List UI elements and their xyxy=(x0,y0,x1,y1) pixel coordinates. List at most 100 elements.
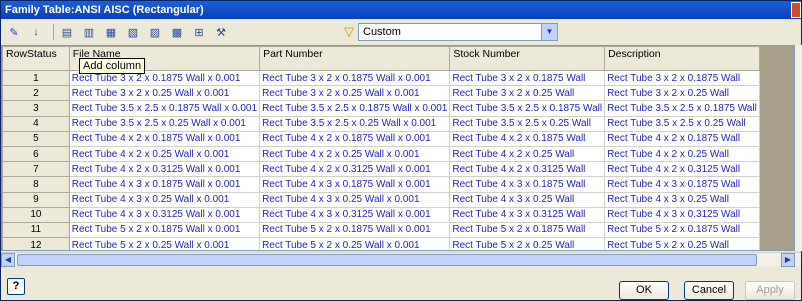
properties-icon[interactable]: ▨ xyxy=(146,23,164,41)
table-cell[interactable]: Rect Tube 3.5 x 2.5 x 0.25 Wall xyxy=(604,115,760,132)
table-row[interactable]: 10 Rect Tube 4 x 3 x 0.3125 Wall x 0.001 R… xyxy=(2,206,794,223)
table-cell[interactable]: Rect Tube 5 x 2 x 0.1875 Wall xyxy=(449,221,606,239)
column-header-stock-number[interactable]: Stock Number xyxy=(449,46,606,71)
table-cell[interactable]: Rect Tube 3 x 2 x 0.1875 Wall xyxy=(604,69,760,87)
table-cell[interactable]: Rect Tube 4 x 3 x 0.1875 Wall x 0.001 xyxy=(68,176,261,193)
table-cell[interactable]: Rect Tube 3 x 2 x 0.25 Wall xyxy=(604,85,760,102)
table-icon[interactable]: ⊞ xyxy=(190,23,208,41)
table-row[interactable]: 3 Rect Tube 3.5 x 2.5 x 0.1875 Wall x 0.0… xyxy=(2,100,794,117)
table-cell[interactable]: Rect Tube 4 x 3 x 0.1875 Wall xyxy=(449,176,606,193)
close-icon[interactable] xyxy=(791,2,801,18)
row-status-cell[interactable]: 3 xyxy=(2,100,70,117)
table-cell[interactable]: Rect Tube 4 x 2 x 0.25 Wall xyxy=(449,145,606,163)
table-cell[interactable]: Rect Tube 5 x 2 x 0.1875 Wall x 0.001 xyxy=(259,221,451,239)
table-cell[interactable]: Rect Tube 3.5 x 2.5 x 0.25 Wall x 0.001 xyxy=(68,115,261,132)
apply-button[interactable]: Apply xyxy=(745,281,795,300)
horizontal-scrollbar[interactable]: ◀ ▶ xyxy=(1,252,801,267)
table-cell[interactable]: Rect Tube 5 x 2 x 0.25 Wall x 0.001 xyxy=(68,237,261,250)
table-cell[interactable]: Rect Tube 4 x 2 x 0.3125 Wall x 0.001 xyxy=(259,161,451,178)
edit-icon[interactable]: ✎ xyxy=(5,23,23,41)
ok-button[interactable]: OK xyxy=(619,281,669,300)
table-cell[interactable]: Rect Tube 4 x 2 x 0.1875 Wall x 0.001 xyxy=(68,130,261,147)
row-status-cell[interactable]: 6 xyxy=(2,145,70,163)
table-cell[interactable]: Rect Tube 4 x 2 x 0.25 Wall x 0.001 xyxy=(68,145,261,163)
row-status-cell[interactable]: 5 xyxy=(2,130,70,147)
table-body: 1 Rect Tube 3 x 2 x 0.1875 Wall x 0.001 Re… xyxy=(2,69,794,250)
help-button[interactable]: ? xyxy=(7,278,25,295)
table-row[interactable]: 2 Rect Tube 3 x 2 x 0.25 Wall x 0.001 Rect… xyxy=(2,85,794,102)
scroll-thumb[interactable] xyxy=(17,254,757,266)
table-cell[interactable]: Rect Tube 4 x 2 x 0.1875 Wall xyxy=(604,130,760,147)
highlight-icon[interactable]: ▩ xyxy=(168,23,186,41)
row-status-cell[interactable]: 9 xyxy=(2,191,70,208)
table-cell[interactable]: Rect Tube 4 x 2 x 0.25 Wall xyxy=(604,145,760,163)
table-cell[interactable]: Rect Tube 4 x 2 x 0.1875 Wall x 0.001 xyxy=(259,130,451,147)
table-cell[interactable]: Rect Tube 3.5 x 2.5 x 0.1875 Wall xyxy=(604,100,760,117)
table-cell[interactable]: Rect Tube 3.5 x 2.5 x 0.1875 Wall x 0.00… xyxy=(68,100,261,117)
table-row[interactable]: 7 Rect Tube 4 x 2 x 0.3125 Wall x 0.001 Re… xyxy=(2,161,794,178)
table-cell[interactable]: Rect Tube 3 x 2 x 0.1875 Wall xyxy=(449,69,606,87)
row-status-cell[interactable]: 12 xyxy=(2,237,70,250)
chevron-down-icon[interactable]: ▼ xyxy=(541,24,557,40)
vertical-scrollbar[interactable] xyxy=(795,45,802,251)
scroll-right-icon[interactable]: ▶ xyxy=(781,253,795,267)
table-row[interactable]: 5 Rect Tube 4 x 2 x 0.1875 Wall x 0.001 Re… xyxy=(2,130,794,147)
table-cell[interactable]: Rect Tube 4 x 3 x 0.25 Wall x 0.001 xyxy=(68,191,261,208)
table-cell[interactable]: Rect Tube 5 x 2 x 0.1875 Wall xyxy=(604,221,760,239)
table-cell[interactable]: Rect Tube 3 x 2 x 0.25 Wall x 0.001 xyxy=(259,85,451,102)
tools-icon[interactable]: ⚒ xyxy=(212,23,230,41)
table-cell[interactable]: Rect Tube 3.5 x 2.5 x 0.1875 Wall xyxy=(449,100,606,117)
table-cell[interactable]: Rect Tube 5 x 2 x 0.25 Wall xyxy=(604,237,760,250)
row-status-cell[interactable]: 7 xyxy=(2,161,70,178)
table-cell[interactable]: Rect Tube 4 x 3 x 0.25 Wall x 0.001 xyxy=(259,191,451,208)
table-cell[interactable]: Rect Tube 3.5 x 2.5 x 0.25 Wall x 0.001 xyxy=(259,115,451,132)
table-cell[interactable]: Rect Tube 3 x 2 x 0.1875 Wall x 0.001 xyxy=(259,69,451,87)
sort-icon[interactable]: ↓ xyxy=(27,23,45,41)
table-cell[interactable]: Rect Tube 5 x 2 x 0.25 Wall x 0.001 xyxy=(259,237,451,250)
row-status-cell[interactable]: 8 xyxy=(2,176,70,193)
add-column-icon[interactable]: ▦ xyxy=(102,23,120,41)
row-status-cell[interactable]: 4 xyxy=(2,115,70,132)
filter-dropdown[interactable]: Custom ▼ xyxy=(358,23,558,41)
table-cell[interactable]: Rect Tube 4 x 3 x 0.1875 Wall x 0.001 xyxy=(259,176,451,193)
table-cell[interactable]: Rect Tube 4 x 3 x 0.3125 Wall xyxy=(604,206,760,223)
table-cell[interactable]: Rect Tube 3.5 x 2.5 x 0.25 Wall xyxy=(449,115,606,132)
table-row[interactable]: 9 Rect Tube 4 x 3 x 0.25 Wall x 0.001 Rect… xyxy=(2,191,794,208)
table-row[interactable]: 6 Rect Tube 4 x 2 x 0.25 Wall x 0.001 Rect… xyxy=(2,145,794,163)
table-cell[interactable]: Rect Tube 4 x 2 x 0.3125 Wall xyxy=(449,161,606,178)
table-cell[interactable]: Rect Tube 5 x 2 x 0.1875 Wall x 0.001 xyxy=(68,221,261,239)
table-cell[interactable]: Rect Tube 5 x 2 x 0.25 Wall xyxy=(449,237,606,250)
table-cell[interactable]: Rect Tube 4 x 2 x 0.1875 Wall xyxy=(449,130,606,147)
row-status-cell[interactable]: 2 xyxy=(2,85,70,102)
table-row[interactable]: 12 Rect Tube 5 x 2 x 0.25 Wall x 0.001 Rec… xyxy=(2,237,794,250)
table-row[interactable]: 11 Rect Tube 5 x 2 x 0.1875 Wall x 0.001 R… xyxy=(2,221,794,239)
row-status-cell[interactable]: 1 xyxy=(2,69,70,87)
column-header-description[interactable]: Description xyxy=(604,46,760,71)
table-cell[interactable]: Rect Tube 4 x 3 x 0.1875 Wall xyxy=(604,176,760,193)
table-cell[interactable]: Rect Tube 4 x 3 x 0.3125 Wall x 0.001 xyxy=(68,206,261,223)
table-cell[interactable]: Rect Tube 4 x 2 x 0.3125 Wall xyxy=(604,161,760,178)
table-cell[interactable]: Rect Tube 3 x 2 x 0.25 Wall x 0.001 xyxy=(68,85,261,102)
table-cell[interactable]: Rect Tube 3.5 x 2.5 x 0.1875 Wall x 0.00… xyxy=(259,100,451,117)
window-title: Family Table:ANSI AISC (Rectangular) xyxy=(5,4,204,16)
row-status-cell[interactable]: 10 xyxy=(2,206,70,223)
cancel-button[interactable]: Cancel xyxy=(684,281,734,300)
scroll-left-icon[interactable]: ◀ xyxy=(1,253,15,267)
delete-column-icon[interactable]: ▧ xyxy=(124,23,142,41)
table-cell[interactable]: Rect Tube 4 x 3 x 0.3125 Wall xyxy=(449,206,606,223)
empty-cell xyxy=(758,206,794,223)
table-cell[interactable]: Rect Tube 3 x 2 x 0.25 Wall xyxy=(449,85,606,102)
table-cell[interactable]: Rect Tube 4 x 3 x 0.25 Wall xyxy=(604,191,760,208)
insert-row-icon[interactable]: ▤ xyxy=(58,23,76,41)
column-header-part-number[interactable]: Part Number xyxy=(259,46,451,71)
table-row[interactable]: 8 Rect Tube 4 x 3 x 0.1875 Wall x 0.001 Re… xyxy=(2,176,794,193)
column-header-rowstatus[interactable]: RowStatus xyxy=(2,46,70,71)
table-cell[interactable]: Rect Tube 4 x 2 x 0.25 Wall x 0.001 xyxy=(259,145,451,163)
empty-cell xyxy=(758,145,794,163)
table-cell[interactable]: Rect Tube 4 x 3 x 0.3125 Wall x 0.001 xyxy=(259,206,451,223)
table-cell[interactable]: Rect Tube 4 x 2 x 0.3125 Wall x 0.001 xyxy=(68,161,261,178)
table-cell[interactable]: Rect Tube 4 x 3 x 0.25 Wall xyxy=(449,191,606,208)
row-status-cell[interactable]: 11 xyxy=(2,221,70,239)
delete-row-icon[interactable]: ▥ xyxy=(80,23,98,41)
table-row[interactable]: 4 Rect Tube 3.5 x 2.5 x 0.25 Wall x 0.001… xyxy=(2,115,794,132)
